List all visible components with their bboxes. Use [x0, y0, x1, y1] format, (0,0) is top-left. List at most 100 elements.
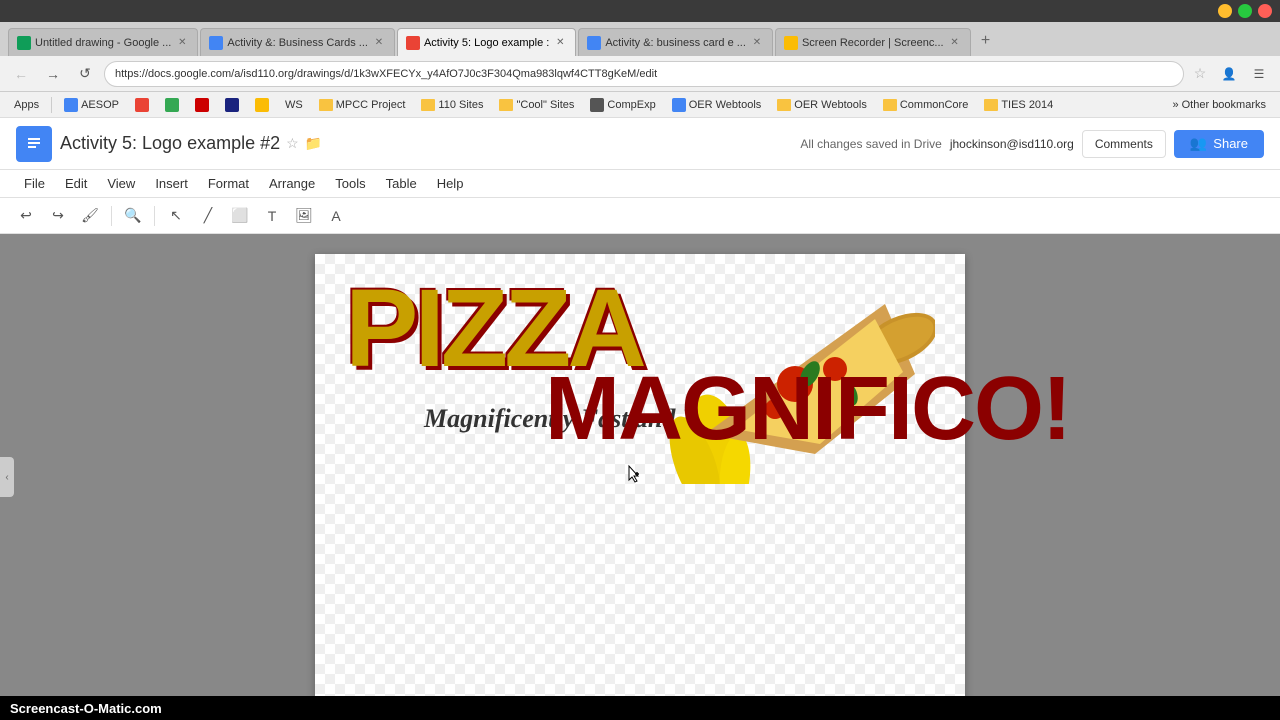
bookmark-s-icon — [195, 98, 209, 112]
menu-view[interactable]: View — [99, 173, 143, 194]
close-button[interactable] — [1258, 4, 1272, 18]
redo-button[interactable]: ↪ — [44, 202, 72, 230]
docs-logo-icon — [23, 133, 45, 155]
tab-favicon-screencast — [784, 36, 798, 50]
sidebar-toggle-button[interactable]: ‹ — [0, 457, 14, 497]
bookmark-other[interactable]: » Other bookmarks — [1166, 97, 1272, 113]
bookmark-star-button[interactable]: ☆ — [1190, 64, 1210, 84]
reload-button[interactable]: ↺ — [72, 61, 98, 87]
undo-button[interactable]: ↩ — [12, 202, 40, 230]
bookmark-commoncore-label: CommonCore — [900, 99, 968, 111]
bookmark-cn-icon — [135, 98, 149, 112]
share-button[interactable]: 👥 Share — [1174, 130, 1264, 158]
tab-title-activity5: Activity 5: Logo example : — [424, 37, 549, 49]
new-tab-button[interactable]: + — [973, 28, 999, 54]
menu-file[interactable]: File — [16, 173, 53, 194]
bookmark-star-icon — [255, 98, 269, 112]
bookmark-aesop[interactable]: AESOP — [58, 96, 125, 114]
bookmark-mpcc[interactable]: MPCC Project — [313, 97, 412, 113]
bookmark-ties-icon — [984, 99, 998, 111]
tab-activity5[interactable]: Activity 5: Logo example : ✕ — [397, 28, 576, 56]
tab-close-drawing[interactable]: ✕ — [175, 36, 189, 50]
person-icon-button[interactable]: 👤 — [1216, 61, 1242, 87]
tab-favicon-activity5 — [406, 36, 420, 50]
bookmark-star-link[interactable] — [249, 96, 275, 114]
tab-favicon-activity-biz — [587, 36, 601, 50]
tab-close-activity5[interactable]: ✕ — [553, 36, 567, 50]
bookmark-ties[interactable]: TIES 2014 — [978, 97, 1059, 113]
user-email: jhockinson@isd110.org — [950, 137, 1074, 151]
tab-favicon-activity1 — [209, 36, 223, 50]
bookmark-g-icon — [165, 98, 179, 112]
forward-button[interactable]: → — [40, 61, 66, 87]
settings-button[interactable]: ☰ — [1246, 61, 1272, 87]
bookmark-cool-icon — [499, 99, 513, 111]
docs-header-right: All changes saved in Drive jhockinson@is… — [800, 130, 1264, 158]
toolbar-sep-2 — [154, 206, 155, 226]
bookmark-s[interactable] — [189, 96, 215, 114]
tab-activity1[interactable]: Activity &: Business Cards ... ✕ — [200, 28, 395, 56]
tab-screencast[interactable]: Screen Recorder | Screenc... ✕ — [775, 28, 971, 56]
bookmark-110sites[interactable]: 110 Sites — [415, 97, 489, 113]
bookmark-compexp-icon — [590, 98, 604, 112]
tab-close-activity1[interactable]: ✕ — [372, 36, 386, 50]
menu-bar: File Edit View Insert Format Arrange Too… — [0, 170, 1280, 198]
select-tool[interactable]: ↖ — [162, 202, 190, 230]
watermark-bar: Screencast-O-Matic.com — [0, 696, 1280, 720]
tab-title-activity-biz: Activity &: business card e ... — [605, 37, 746, 49]
magnifico-word-text: MAGNIFICO! — [545, 364, 1070, 454]
menu-arrange[interactable]: Arrange — [261, 173, 323, 194]
menu-tools[interactable]: Tools — [327, 173, 373, 194]
shape-tool[interactable]: ⬜ — [226, 202, 254, 230]
image-tool[interactable]: 🖼 — [290, 202, 318, 230]
browser-frame: Untitled drawing - Google ... ✕ Activity… — [0, 0, 1280, 720]
menu-help[interactable]: Help — [429, 173, 472, 194]
bookmark-aesop-icon — [64, 98, 78, 112]
bookmark-b[interactable] — [219, 96, 245, 114]
comments-button[interactable]: Comments — [1082, 130, 1166, 158]
paint-format-button[interactable]: 🖌 — [76, 202, 104, 230]
share-icon: 👥 — [1190, 135, 1207, 152]
magnifico-container: MAGNIFICO! — [545, 334, 1070, 454]
bookmark-ties-label: TIES 2014 — [1001, 99, 1053, 111]
bookmark-oer[interactable]: OER Webtools — [771, 97, 873, 113]
docs-folder-icon[interactable]: 📁 — [305, 135, 322, 152]
bookmark-oer-icon — [777, 99, 791, 111]
bookmark-cool[interactable]: "Cool" Sites — [493, 97, 580, 113]
drawing-canvas: PIZZA — [315, 254, 965, 720]
back-button[interactable]: ← — [8, 61, 34, 87]
maximize-button[interactable] — [1238, 4, 1252, 18]
wordart-tool[interactable]: A — [322, 202, 350, 230]
menu-format[interactable]: Format — [200, 173, 257, 194]
tab-activity-biz[interactable]: Activity &: business card e ... ✕ — [578, 28, 773, 56]
docs-save-status: All changes saved in Drive — [800, 137, 941, 151]
tab-drawing[interactable]: Untitled drawing - Google ... ✕ — [8, 28, 198, 56]
line-tool[interactable]: ╱ — [194, 202, 222, 230]
zoom-button[interactable]: 🔍 — [119, 202, 147, 230]
bookmark-commoncore[interactable]: CommonCore — [877, 97, 974, 113]
menu-insert[interactable]: Insert — [147, 173, 196, 194]
watermark-text: Screencast-O-Matic.com — [10, 701, 162, 716]
tab-title-screencast: Screen Recorder | Screenc... — [802, 37, 944, 49]
bookmark-apps[interactable]: Apps — [8, 97, 45, 113]
bookmark-cn[interactable] — [129, 96, 155, 114]
menu-edit[interactable]: Edit — [57, 173, 95, 194]
bookmark-ws[interactable]: WS — [279, 97, 309, 113]
bookmark-oer-label: OER Webtools — [794, 99, 867, 111]
bookmark-wordcentral[interactable]: OER Webtools — [666, 96, 768, 114]
address-bar[interactable]: https://docs.google.com/a/isd110.org/dra… — [104, 61, 1184, 87]
menu-table[interactable]: Table — [378, 173, 425, 194]
tab-close-activity-biz[interactable]: ✕ — [750, 36, 764, 50]
bookmark-compexp[interactable]: CompExp — [584, 96, 661, 114]
canvas-area[interactable]: ‹ PIZZA — [0, 234, 1280, 720]
minimize-button[interactable] — [1218, 4, 1232, 18]
bookmark-other-label: » Other bookmarks — [1172, 99, 1266, 111]
docs-star-icon[interactable]: ☆ — [286, 135, 299, 152]
bookmarks-bar: Apps AESOP WS MPCC Project — [0, 92, 1280, 118]
title-bar — [0, 0, 1280, 22]
bookmark-g[interactable] — [159, 96, 185, 114]
text-tool[interactable]: T — [258, 202, 286, 230]
tab-close-screencast[interactable]: ✕ — [948, 36, 962, 50]
pizza-logo-content: PIZZA — [315, 254, 965, 454]
bookmark-110sites-label: 110 Sites — [438, 99, 483, 111]
